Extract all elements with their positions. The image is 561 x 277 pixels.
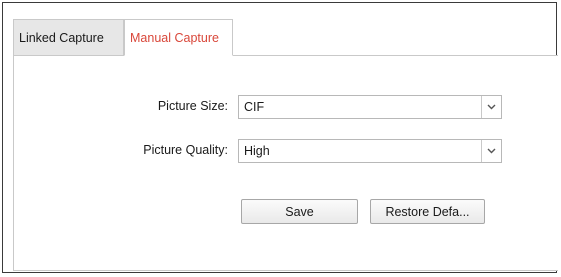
capture-settings-window: Linked Capture Manual Capture Picture Si… <box>2 2 558 273</box>
picture-size-value: CIF <box>244 100 265 114</box>
restore-defaults-button[interactable]: Restore Defa... <box>370 199 485 224</box>
picture-quality-select[interactable]: High <box>238 139 502 163</box>
picture-size-label: Picture Size: <box>157 99 228 113</box>
save-button[interactable]: Save <box>241 199 358 224</box>
actions-row: Save Restore Defa... <box>14 199 559 224</box>
tab-manual-capture[interactable]: Manual Capture <box>124 19 233 56</box>
tab-bar: Linked Capture Manual Capture <box>13 19 233 56</box>
picture-quality-value: High <box>244 144 270 158</box>
chevron-down-icon[interactable] <box>481 140 501 162</box>
picture-size-row: Picture Size: CIF <box>14 95 559 119</box>
picture-quality-row: Picture Quality: High <box>14 139 559 163</box>
picture-quality-label: Picture Quality: <box>143 143 228 157</box>
tab-manual-capture-label: Manual Capture <box>130 30 219 45</box>
picture-size-select[interactable]: CIF <box>238 95 502 119</box>
save-button-label: Save <box>285 204 314 219</box>
restore-defaults-button-label: Restore Defa... <box>385 204 470 219</box>
tab-linked-capture[interactable]: Linked Capture <box>13 19 124 56</box>
tab-linked-capture-label: Linked Capture <box>19 31 104 45</box>
chevron-down-icon[interactable] <box>481 96 501 118</box>
manual-capture-panel: Picture Size: CIF Picture Quality: High <box>13 55 558 271</box>
